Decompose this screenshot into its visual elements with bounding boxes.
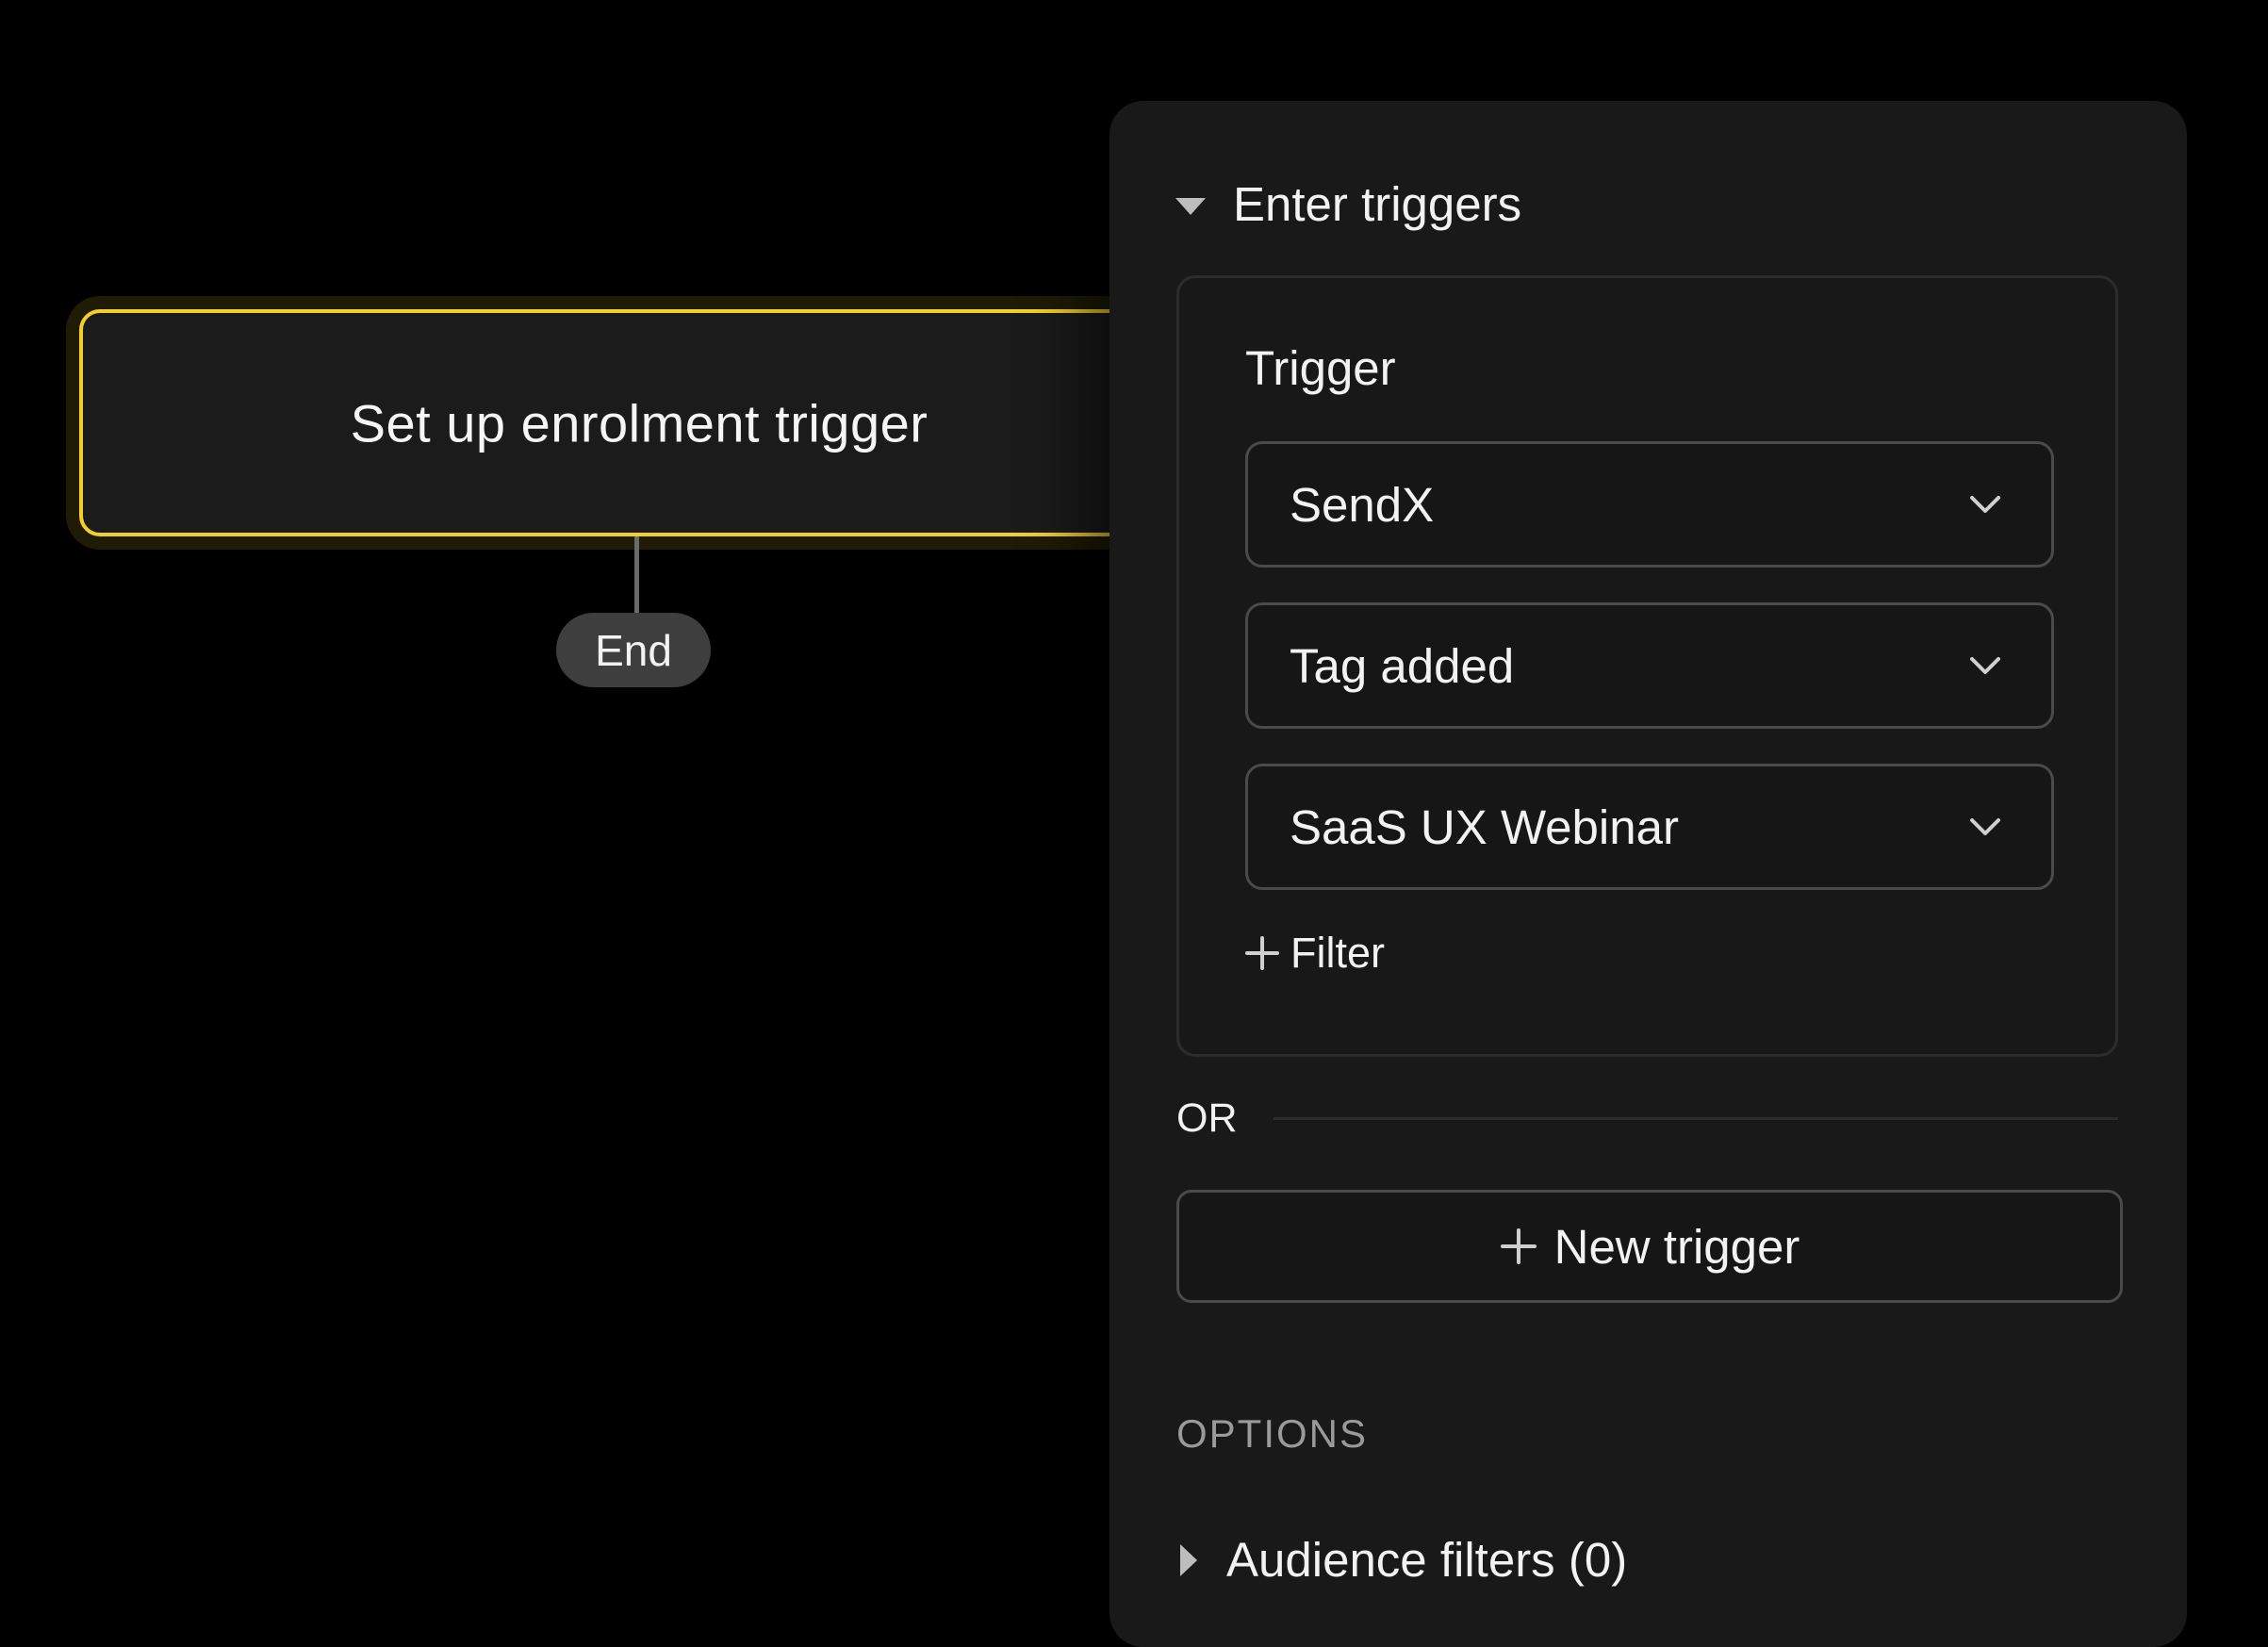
chevron-down-icon [1970, 818, 2000, 835]
add-filter-button[interactable]: Filter [1245, 929, 1385, 978]
or-label: OR [1176, 1095, 1238, 1141]
section-title: Enter triggers [1233, 177, 1522, 231]
flow-connector [634, 536, 639, 615]
plus-icon [1245, 936, 1279, 970]
event-select[interactable]: Tag added [1245, 602, 2054, 729]
event-select-value: Tag added [1290, 638, 1515, 693]
new-trigger-button[interactable]: New trigger [1176, 1190, 2123, 1303]
audience-filters-label: Audience filters (0) [1226, 1533, 1628, 1587]
divider [1273, 1117, 2118, 1120]
caret-right-icon [1180, 1543, 1197, 1576]
add-filter-label: Filter [1290, 929, 1385, 977]
chevron-down-icon [1970, 496, 2000, 513]
caret-down-icon [1175, 197, 1206, 215]
trigger-label: Trigger [1245, 341, 1396, 395]
new-trigger-label: New trigger [1553, 1219, 1800, 1274]
tag-select-value: SaaS UX Webinar [1290, 799, 1679, 854]
trigger-node-label: Set up enrolment trigger [350, 393, 929, 453]
plus-icon [1500, 1228, 1537, 1264]
or-separator: OR [1176, 1095, 2118, 1142]
tag-select[interactable]: SaaS UX Webinar [1245, 764, 2054, 890]
audience-filters-toggle[interactable]: Audience filters (0) [1180, 1532, 1627, 1588]
trigger-settings-panel: Enter triggers Trigger SendX Tag added S… [1109, 101, 2187, 1647]
enrolment-trigger-node[interactable]: Set up enrolment trigger [79, 309, 1210, 536]
options-heading: OPTIONS [1176, 1411, 1369, 1456]
chevron-down-icon [1970, 657, 2000, 674]
app-select-value: SendX [1290, 477, 1435, 532]
end-node: End [556, 613, 711, 687]
enter-triggers-toggle[interactable]: Enter triggers [1175, 176, 1521, 232]
trigger-card: Trigger SendX Tag added SaaS UX Webinar [1176, 275, 2118, 1057]
app-select[interactable]: SendX [1245, 441, 2054, 568]
